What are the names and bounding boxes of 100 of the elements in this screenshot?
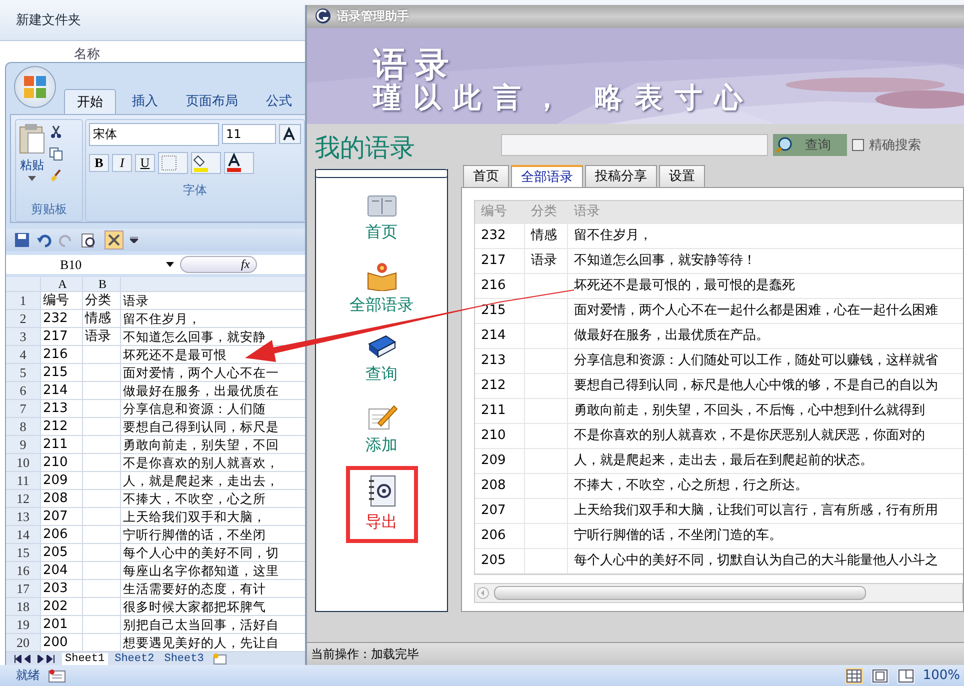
table-cell-text: 人，就是爬起来，走出去，最后在到爬起前的状态。	[573, 452, 874, 470]
table-cell-text: 坏死还不是最可恨的，最可恨的是蠢死	[573, 277, 796, 296]
tools-icon[interactable]	[104, 230, 124, 250]
underline-button[interactable]: U	[135, 154, 155, 172]
font-color-icon[interactable]	[224, 152, 254, 174]
table-cell	[83, 418, 121, 436]
page-layout-icon[interactable]	[870, 668, 889, 684]
row-header[interactable]: 12	[6, 490, 41, 508]
scrollbar-thumb[interactable]	[494, 586, 866, 600]
sheet-tab[interactable]: Sheet2	[112, 653, 158, 666]
row-header[interactable]: 9	[6, 436, 41, 454]
search-field[interactable]	[501, 134, 768, 156]
macro-record-icon[interactable]	[48, 668, 66, 682]
row-header[interactable]: 19	[6, 616, 41, 634]
tab[interactable]: 全部语录	[511, 165, 583, 188]
app-heading: 我的语录	[315, 132, 416, 164]
table-cell: 语录	[525, 249, 568, 274]
row-header[interactable]: 4	[6, 346, 41, 364]
table-cell: 210	[41, 454, 83, 472]
row-header[interactable]: 11	[6, 472, 41, 490]
row-header[interactable]: 18	[6, 598, 41, 616]
font-grow-icon[interactable]	[279, 124, 301, 144]
sidebar-item[interactable]: 添加	[352, 399, 412, 460]
row-header[interactable]: 10	[6, 454, 41, 472]
table-cell: 205	[475, 549, 525, 574]
brush-icon[interactable]	[49, 168, 63, 183]
table-cell: 215	[41, 364, 83, 382]
sidebar-item[interactable]: 全部语录	[336, 257, 428, 320]
table-cell: 情感	[83, 310, 121, 328]
font-size-field[interactable]: 11	[222, 124, 276, 144]
copy-icon[interactable]	[49, 146, 63, 161]
row-header[interactable]: 20	[6, 634, 41, 652]
bold-button[interactable]: B	[89, 154, 109, 172]
table-cell-text: 每个人心中的美好不同，切默自认为自己的大斗能量他人小斗之	[573, 552, 939, 570]
caret-icon[interactable]	[166, 262, 174, 268]
table-cell: 211	[41, 436, 83, 454]
name-box[interactable]: B10	[10, 256, 160, 273]
table-cell: 217	[475, 249, 525, 274]
ribbon-tab[interactable]: 页面布局	[174, 88, 250, 114]
sidebar-item[interactable]: 导出	[346, 466, 418, 544]
tab[interactable]: 首页	[463, 165, 509, 188]
tab[interactable]: 设置	[659, 165, 705, 188]
row-header[interactable]: 15	[6, 544, 41, 562]
row-header[interactable]: 3	[6, 328, 41, 346]
sheet-tab[interactable]: Sheet3	[161, 653, 207, 666]
table-cell-text: 勇敢向前走，别失望，不回头，不后悔，心中想到什么就得到	[573, 402, 926, 420]
ribbon-tab[interactable]: 公式	[254, 88, 304, 114]
sidebar-item[interactable]: 首页	[352, 188, 412, 248]
table-cell	[83, 580, 121, 598]
table-cell	[83, 544, 121, 562]
column-header[interactable]: A	[41, 277, 83, 292]
table-cell-text: 面对爱情，两个人心不在一起什么都是困难，心在一起什么困难	[573, 302, 939, 320]
page-break-icon[interactable]	[896, 668, 915, 684]
save-icon[interactable]	[14, 232, 30, 248]
table-cell	[83, 400, 121, 418]
banner-title: 语录	[373, 48, 457, 82]
table-cell: 206	[41, 526, 83, 544]
function-button[interactable]: fx	[180, 256, 257, 274]
sheet-tab[interactable]: Sheet1	[62, 653, 108, 666]
new-folder-button[interactable]: 新建文件夹	[16, 11, 81, 29]
tab[interactable]: 投稿分享	[585, 165, 657, 188]
row-header[interactable]: 8	[6, 418, 41, 436]
scissors-icon[interactable]	[49, 124, 63, 139]
sidebar-item[interactable]: 查询	[352, 330, 412, 390]
fill-color-icon[interactable]	[191, 152, 221, 174]
row-header[interactable]: 1	[6, 292, 41, 310]
table-cell: 209	[41, 472, 83, 490]
zoom-level[interactable]: 100%	[922, 668, 964, 683]
font-name-field[interactable]: 宋体	[89, 122, 219, 146]
table-cell: 216	[41, 346, 83, 364]
italic-button[interactable]: I	[112, 154, 132, 172]
table-cell-text: 留不住岁月，	[573, 227, 653, 246]
row-header[interactable]: 6	[6, 382, 41, 400]
paste-button[interactable]: 粘贴	[20, 156, 44, 174]
paper-pencil-icon	[366, 403, 398, 432]
checkbox[interactable]	[852, 139, 864, 152]
checkbox-label[interactable]: 精确搜索	[869, 136, 921, 154]
row-header[interactable]: 2	[6, 310, 41, 328]
ribbon-tab[interactable]: 插入	[120, 88, 170, 114]
table-cell: 232	[41, 310, 83, 328]
row-header[interactable]: 16	[6, 562, 41, 580]
row-header[interactable]: 13	[6, 508, 41, 526]
office-button[interactable]	[14, 66, 56, 108]
undo-icon[interactable]	[36, 232, 52, 248]
normal-view-icon[interactable]	[844, 668, 863, 684]
caret-icon[interactable]	[130, 237, 138, 244]
row-header[interactable]: 7	[6, 400, 41, 418]
table-cell-text: 不捧大，不吹空，心之所想，行之所达。	[573, 477, 809, 496]
column-header[interactable]: 名称	[74, 47, 100, 62]
row-header[interactable]: 5	[6, 364, 41, 382]
table-cell: 212	[475, 374, 525, 398]
border-icon[interactable]	[158, 152, 188, 174]
ribbon-tab[interactable]: 开始	[64, 88, 116, 114]
row-header[interactable]: 14	[6, 526, 41, 544]
new-sheet-icon[interactable]	[210, 653, 229, 666]
column-header[interactable]: B	[83, 277, 121, 292]
table-cell	[83, 346, 121, 364]
scrollbar[interactable]	[474, 583, 963, 604]
row-header[interactable]: 17	[6, 580, 41, 598]
status-text: 就绪	[16, 667, 40, 684]
